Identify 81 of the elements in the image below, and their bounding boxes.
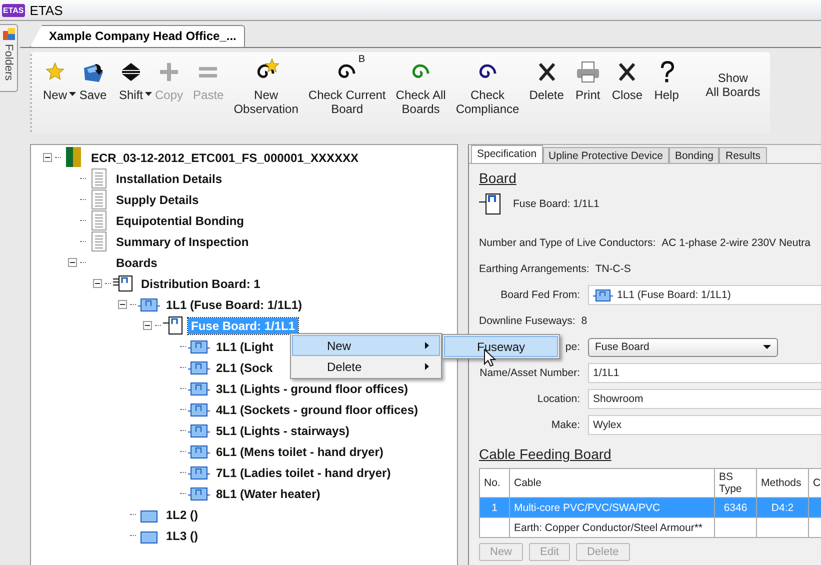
tree-item[interactable]: Supply Details (113, 192, 202, 208)
input-field[interactable]: Wylex (588, 415, 821, 435)
field-label: Earthing Arrangements: (479, 263, 590, 275)
field-label: Number and Type of Live Conductors: (479, 237, 656, 249)
tree-item[interactable]: 1L1 (Light (213, 338, 276, 354)
input-field[interactable]: Showroom (588, 389, 821, 409)
field-value: TN-C-S (595, 263, 631, 275)
app-logo: ETAS (2, 4, 25, 16)
board-name: Fuse Board: 1/1L1 (513, 198, 600, 210)
table-cell: D4:2 (756, 498, 808, 518)
folders-tab[interactable]: Folders (0, 24, 18, 92)
toolbar-button[interactable]: Check All Boards (390, 58, 451, 116)
collapse-icon[interactable] (42, 153, 52, 162)
caret-icon[interactable] (145, 92, 152, 96)
tree-item[interactable]: 1L3 () (163, 528, 202, 544)
toolbar-button[interactable]: Check Compliance (450, 58, 524, 116)
field-label: Location: (537, 393, 580, 405)
caret-icon (763, 345, 771, 349)
input-field[interactable]: 1/1L1 (588, 363, 821, 383)
tab[interactable]: Specification (471, 145, 543, 163)
toolbar-button[interactable]: New (36, 58, 74, 102)
fuse-board-icon (593, 288, 613, 302)
table-cell: Earth: Copper Conductor/Steel Armour** (510, 518, 714, 538)
field-value: 8 (581, 315, 588, 327)
toolbar-button[interactable]: Save (74, 58, 112, 102)
toolbar-button[interactable]: Delete (524, 58, 569, 102)
show-all-boards-button[interactable]: Show All Boards (698, 58, 768, 99)
table-cell: 6346 (714, 498, 756, 518)
tree-item[interactable]: Boards (113, 254, 160, 270)
field-label: Name/Asset Number: (480, 367, 580, 379)
field-value: AC 1-phase 2-wire 230V Neutra (662, 237, 810, 249)
collapse-icon[interactable] (92, 279, 102, 288)
toolbar-button[interactable]: New Observation (228, 58, 304, 116)
collapse-icon[interactable] (118, 300, 126, 309)
section-heading: Board (479, 170, 516, 186)
tree-item[interactable]: 1L2 () (163, 506, 202, 522)
tree-item[interactable]: Summary of Inspection (113, 234, 252, 250)
tree-item[interactable]: 1L1 (Fuse Board: 1/1L1) (163, 296, 306, 312)
distribution-board-icon (113, 273, 135, 294)
tab[interactable]: Results (719, 147, 766, 163)
window-title: ETAS (30, 2, 63, 18)
badge-letter: B (358, 53, 366, 67)
menu-item[interactable]: Fuseway (444, 336, 558, 357)
table-cell: 1 (480, 498, 510, 518)
tree-item[interactable]: Installation Details (113, 170, 226, 186)
tree-item[interactable]: 7L1 (Ladies toilet - hand dryer) (213, 464, 394, 480)
field-label: Board Fed From: (500, 289, 580, 301)
dropdown-field[interactable]: Fuse Board (588, 338, 778, 356)
field-label: pe: (565, 341, 580, 353)
tree-item[interactable]: Equipotential Bonding (113, 212, 247, 228)
board-icon (479, 192, 501, 216)
tree-item[interactable]: 6L1 (Mens toilet - hand dryer) (213, 444, 386, 460)
menu-item[interactable]: New (292, 335, 440, 356)
caret-icon[interactable] (69, 92, 76, 96)
field-label: Make: (551, 419, 580, 431)
field-label: Downline Fuseways: (479, 315, 576, 327)
document-tab[interactable]: Xample Company Head Office_... (30, 25, 246, 47)
combo-field[interactable]: 1L1 (Fuse Board: 1/1L1) (588, 285, 821, 305)
tree-item[interactable]: 2L1 (Sock (213, 360, 276, 376)
section-heading: Cable Feeding Board (479, 446, 612, 462)
tab[interactable]: Bonding (668, 147, 720, 163)
column-header: No. (480, 468, 510, 498)
tree-item[interactable]: 3L1 (Lights - ground floor offices) (213, 380, 411, 396)
menu-item[interactable]: Delete (292, 356, 440, 377)
collapse-icon[interactable] (68, 258, 76, 267)
column-header: Cable (510, 468, 714, 498)
toolbar-button[interactable]: Shift (112, 58, 150, 102)
tree-item[interactable]: 8L1 (Water heater) (213, 486, 324, 502)
tree-item[interactable]: ECR_03-12-2012_ETC001_FS_000001_XXXXXX (88, 150, 362, 166)
folders-icon (2, 28, 14, 40)
tree-item[interactable]: 5L1 (Lights - stairways) (213, 422, 352, 438)
toolbar-button[interactable]: Help (648, 58, 686, 102)
tab[interactable]: Upline Protective Device (542, 147, 669, 163)
toolbar-button[interactable]: Print (568, 58, 607, 102)
tree-item[interactable]: Distribution Board: 1 (138, 276, 264, 292)
table-row[interactable]: Earth: Copper Conductor/Steel Armour** (480, 518, 821, 538)
board-icon (163, 315, 185, 336)
table-cell: Multi-core PVC/PVC/SWA/PVC (510, 498, 714, 518)
collapse-icon[interactable] (142, 321, 152, 330)
tree-item[interactable]: 4L1 (Sockets - ground floor offices) (213, 402, 422, 418)
toolbar-button[interactable]: Close (606, 58, 648, 102)
